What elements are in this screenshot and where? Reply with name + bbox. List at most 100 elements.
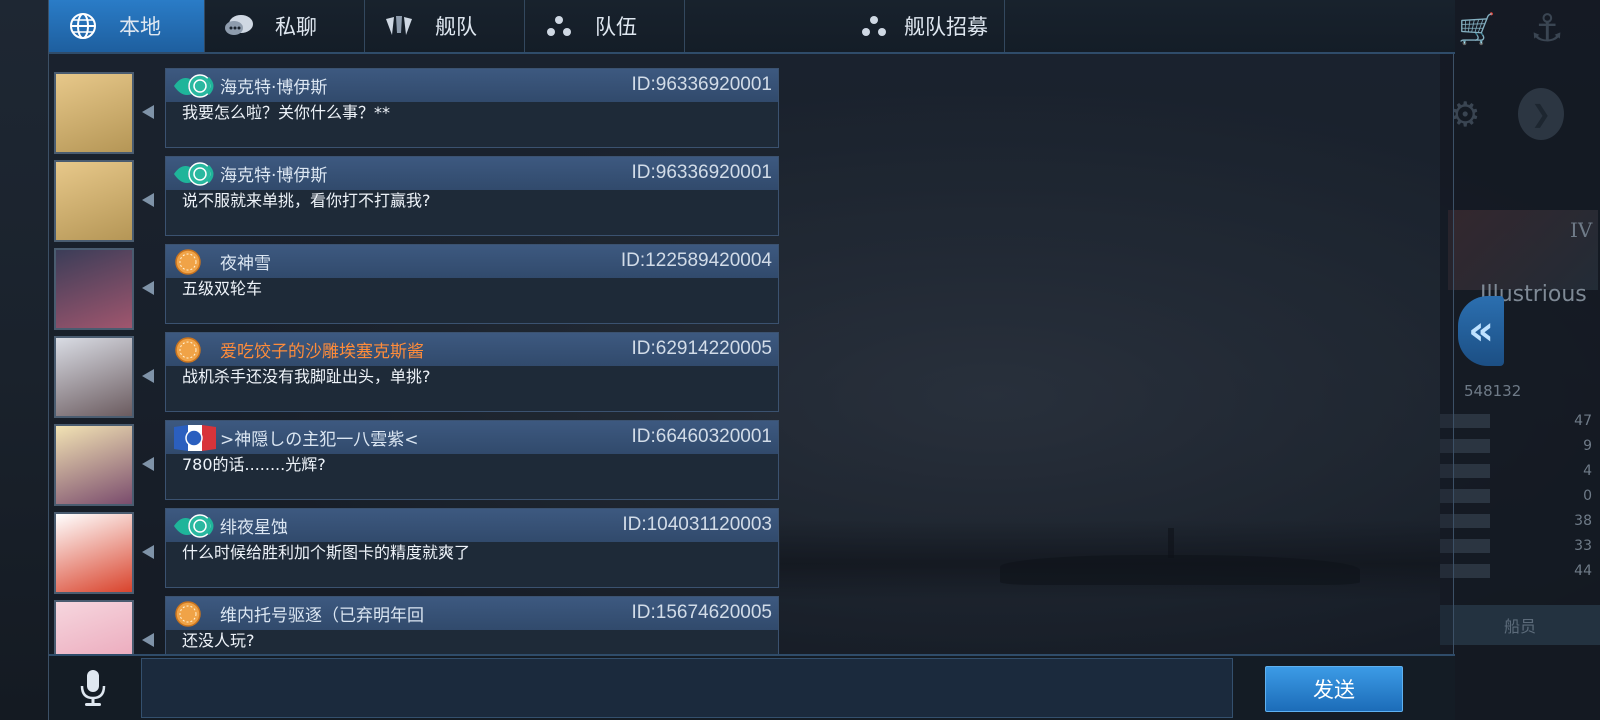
message-header: 绯夜星蚀 ID:104031120003 xyxy=(166,509,778,542)
chat-message: 绯夜星蚀 ID:104031120003 什么时候给胜利加个斯图卡的精度就爽了 xyxy=(49,508,779,594)
ship-stats: 47 9 4 0 38 33 44 xyxy=(1440,410,1600,585)
sender-id: ID:15674620005 xyxy=(631,602,772,623)
sender-name[interactable]: 海克特·博伊斯 xyxy=(220,73,327,98)
next-arrow-icon[interactable]: ❯ xyxy=(1518,88,1564,140)
bubble-pointer xyxy=(142,457,154,471)
tab-local[interactable]: 本地 xyxy=(49,0,205,52)
chat-input[interactable] xyxy=(141,658,1233,718)
tab-team[interactable]: 队伍 xyxy=(525,0,685,52)
avatar[interactable] xyxy=(54,600,134,654)
french-flag-icon xyxy=(172,424,216,452)
team-dots-icon xyxy=(539,14,579,38)
message-text: 我要怎么啦？关你什么事？** xyxy=(182,103,391,122)
chat-message: >神隠しの主犯一八雲紫< ID:66460320001 780的话........光… xyxy=(49,420,779,506)
orange-coin-icon xyxy=(172,336,216,364)
crew-button[interactable]: 船员 xyxy=(1440,605,1600,645)
avatar[interactable] xyxy=(54,424,134,506)
message-header: 海克特·博伊斯 ID:96336920001 xyxy=(166,69,778,102)
tab-fleet[interactable]: 舰队 xyxy=(365,0,525,52)
message-header: 夜神雪 ID:122589420004 xyxy=(166,245,778,278)
sender-name[interactable]: 海克特·博伊斯 xyxy=(220,161,327,186)
anchor-icon[interactable]: ⚓ xyxy=(1530,6,1564,50)
avatar[interactable] xyxy=(54,72,134,154)
chat-message: 夜神雪 ID:122589420004 五级双轮车 xyxy=(49,244,779,330)
message-text: 五级双轮车 xyxy=(182,279,263,298)
chat-input-bar: 发送 xyxy=(49,654,1455,720)
wave-emblem-icon xyxy=(172,160,216,188)
sender-name[interactable]: >神隠しの主犯一八雲紫< xyxy=(220,425,419,450)
message-bubble: 维内托号驱逐（已弃明年回 ID:15674620005 还没人玩? xyxy=(165,596,779,654)
bubble-pointer xyxy=(142,105,154,119)
game-side-panel: 🛒 ⚓ ⚙ ❯ IV Illustrious 548132 47 9 4 0 3… xyxy=(1440,0,1600,720)
sender-id: ID:104031120003 xyxy=(622,514,772,535)
stat-row: 38 xyxy=(1440,510,1600,532)
tab-label: 私聊 xyxy=(275,15,317,39)
sender-id: ID:62914220005 xyxy=(631,338,772,359)
tab-label: 队伍 xyxy=(595,15,637,39)
chat-message: 海克特·博伊斯 ID:96336920001 我要怎么啦？关你什么事？** xyxy=(49,68,779,154)
message-bubble: 海克特·博伊斯 ID:96336920001 说不服就来单挑，看你打不打赢我? xyxy=(165,156,779,236)
stat-row: 0 xyxy=(1440,485,1600,507)
message-header: >神隠しの主犯一八雲紫< ID:66460320001 xyxy=(166,421,778,454)
sender-id: ID:122589420004 xyxy=(620,250,772,271)
double-chevron-left-icon: « xyxy=(1468,308,1494,354)
avatar[interactable] xyxy=(54,336,134,418)
stat-row: 44 xyxy=(1440,560,1600,582)
bubble-pointer xyxy=(142,633,154,647)
send-button[interactable]: 发送 xyxy=(1265,666,1403,712)
bubble-pointer xyxy=(142,193,154,207)
tab-label: 本地 xyxy=(119,15,161,39)
message-bubble: 爱吃饺子的沙雕埃塞克斯酱 ID:62914220005 战机杀手还没有我脚趾出头，单… xyxy=(165,332,779,412)
message-text: 还没人玩? xyxy=(182,631,255,650)
bubble-pointer xyxy=(142,369,154,383)
tab-label: 舰队招募 xyxy=(904,15,988,39)
globe-icon xyxy=(63,11,103,41)
sender-id: ID:96336920001 xyxy=(631,162,772,183)
stat-row: 4 xyxy=(1440,460,1600,482)
bubble-pointer xyxy=(142,281,154,295)
fleet-emblem-icon xyxy=(379,13,419,39)
tab-label: 舰队 xyxy=(435,15,477,39)
message-bubble: 绯夜星蚀 ID:104031120003 什么时候给胜利加个斯图卡的精度就爽了 xyxy=(165,508,779,588)
message-bubble: 海克特·博伊斯 ID:96336920001 我要怎么啦？关你什么事？** xyxy=(165,68,779,148)
message-text: 战机杀手还没有我脚趾出头，单挑? xyxy=(182,367,431,386)
wave-emblem-icon xyxy=(172,72,216,100)
message-text: 780的话........光辉? xyxy=(182,455,326,474)
wave-emblem-icon xyxy=(172,512,216,540)
chat-message: 海克特·博伊斯 ID:96336920001 说不服就来单挑，看你打不打赢我? xyxy=(49,156,779,242)
message-bubble: >神隠しの主犯一八雲紫< ID:66460320001 780的话........光… xyxy=(165,420,779,500)
tab-fleet-recruit[interactable]: 舰队招募 xyxy=(685,0,1005,52)
message-header: 海克特·博伊斯 ID:96336920001 xyxy=(166,157,778,190)
chat-tabs: 本地 私聊 舰队 队伍 舰队招募 xyxy=(49,0,1455,54)
message-header: 维内托号驱逐（已弃明年回 ID:15674620005 xyxy=(166,597,778,630)
team-dots-icon xyxy=(854,14,894,38)
message-text: 说不服就来单挑，看你打不打赢我? xyxy=(182,191,431,210)
settings-icon[interactable]: ⚙ xyxy=(1450,95,1480,135)
chat-message-list[interactable]: 海克特·博伊斯 ID:96336920001 我要怎么啦？关你什么事？** 海克特·博… xyxy=(49,54,779,654)
tab-private[interactable]: 私聊 xyxy=(205,0,365,52)
chat-panel: 本地 私聊 舰队 队伍 舰队招募 海克特·博伊斯 ID:96336920001 … xyxy=(48,0,1455,720)
sender-name[interactable]: 夜神雪 xyxy=(220,249,271,274)
chat-message: 爱吃饺子的沙雕埃塞克斯酱 ID:62914220005 战机杀手还没有我脚趾出头，单… xyxy=(49,332,779,418)
message-text: 什么时候给胜利加个斯图卡的精度就爽了 xyxy=(182,543,471,562)
stat-row: 9 xyxy=(1440,435,1600,457)
sender-id: ID:96336920001 xyxy=(631,74,772,95)
stat-row: 47 xyxy=(1440,410,1600,432)
avatar[interactable] xyxy=(54,512,134,594)
microphone-button[interactable] xyxy=(49,656,137,720)
avatar[interactable] xyxy=(54,248,134,330)
orange-coin-icon xyxy=(172,248,216,276)
sender-name[interactable]: 绯夜星蚀 xyxy=(220,513,288,538)
ship-id: 548132 xyxy=(1464,382,1522,400)
shop-cart-icon[interactable]: 🛒 xyxy=(1458,12,1495,47)
sender-name[interactable]: 维内托号驱逐（已弃明年回 xyxy=(220,601,424,626)
stat-row: 33 xyxy=(1440,535,1600,557)
collapse-chat-button[interactable]: « xyxy=(1458,296,1504,366)
microphone-icon xyxy=(80,670,106,706)
bubble-pointer xyxy=(142,545,154,559)
sender-name[interactable]: 爱吃饺子的沙雕埃塞克斯酱 xyxy=(220,337,424,362)
ship-tier: IV xyxy=(1570,218,1593,242)
chat-bubble-icon xyxy=(219,13,259,39)
message-header: 爱吃饺子的沙雕埃塞克斯酱 ID:62914220005 xyxy=(166,333,778,366)
avatar[interactable] xyxy=(54,160,134,242)
